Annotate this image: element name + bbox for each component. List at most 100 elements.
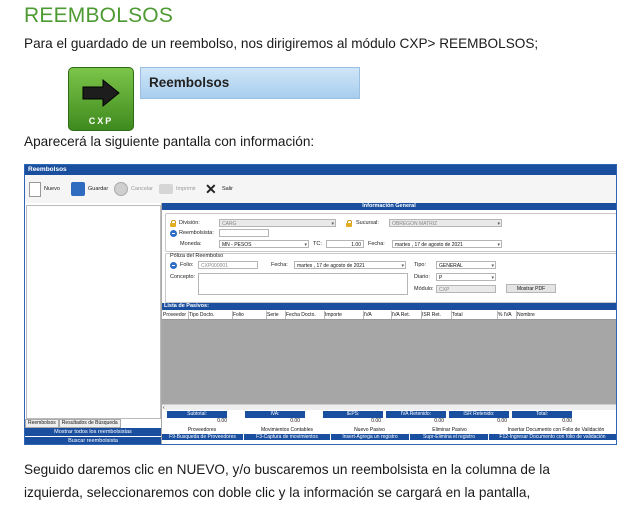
toolbar: Nuevo Guardar Cancelar Imprimir ✕ Salir [25,175,616,204]
iva-value: 0.00 [290,418,300,424]
tab-reembolsos[interactable]: Reembolsos [25,419,59,428]
subtotal-label: Subtotal: [167,411,227,418]
ieps-value: 0.00 [371,418,381,424]
fkey-f3-captura: F3-Captura de movimientos [244,434,330,440]
moneda-label: Moneda: [180,241,202,247]
concepto-label: Concepto: [170,274,196,280]
lock-icon [346,220,352,227]
cxp-module-tile: CXP [68,67,134,131]
imprimir-button[interactable]: Imprimir [159,180,196,198]
col-tipo-docto[interactable]: Tipo Docto. [188,311,233,319]
fecha-picker[interactable]: martes , 17 de agosto de 2021 [392,240,502,248]
buscar-reembolsista-button[interactable]: Buscar reembolsista [25,437,161,444]
poliza-title: Póliza del Reembolso [170,253,224,259]
tc-label: TC: [313,241,322,247]
fkey-supr-elimina: Supr-Elimina el registro [410,434,488,440]
moneda-select[interactable]: MN - PESOS [219,240,309,248]
nuevo-button[interactable]: Nuevo [29,180,60,198]
fkey-f9-busqueda: F9-Busqueda de Proveedores [162,434,243,440]
reembolsos-menu-label: Reembolsos [149,75,230,90]
fkey-movimientos-contables: Movimientos Contables [261,427,313,433]
fecha-label: Fecha: [368,241,385,247]
cancel-icon [114,182,128,196]
poliza-fecha-picker[interactable]: martes , 17 de agosto de 2021 [294,261,406,269]
mostrar-pdf-button[interactable]: Mostrar PDF [506,284,556,293]
tipo-select[interactable]: GENERAL [436,261,496,269]
total-label: Total: [512,411,572,418]
section-heading: REEMBOLSOS [24,4,174,27]
pasivos-grid-body[interactable] [162,320,616,404]
iva-label: IVA: [245,411,305,418]
intro-paragraph: Para el guardado de un reembolso, nos di… [24,36,539,51]
subtotal-value: 0.00 [217,418,227,424]
close-icon: ✕ [205,181,217,197]
diario-select[interactable]: P [436,273,496,281]
search-reembolsista-icon[interactable] [170,230,177,237]
tc-field[interactable]: 1.00 [326,240,364,248]
printer-icon [159,184,173,194]
horizontal-scrollbar[interactable]: ‹ [162,404,616,411]
lista-pasivos-header: Lista de Pasivos: [162,303,616,310]
window-title: Reembolsos [25,165,616,175]
sucursal-label: Sucursal: [356,220,379,226]
reembolsos-menu-item[interactable]: Reembolsos [140,67,360,99]
total-value: 0.00 [562,418,572,424]
new-document-icon [29,181,41,197]
outro-paragraph-line1: Seguido daremos clic en NUEVO, y/o busca… [24,462,550,477]
reembolsista-field[interactable] [219,229,269,237]
sucursal-select[interactable]: OBREGON MATRIZ [389,219,502,227]
col-importe[interactable]: Importe [324,311,364,319]
col-nombre[interactable]: Nombre [516,311,557,319]
guardar-button[interactable]: Guardar [71,180,108,198]
reembolsos-window: Reembolsos Nuevo Guardar Cancelar Imprim… [24,164,617,445]
save-icon [71,182,85,196]
reembolsistas-panel: Reembolsos Resultados de Búsqueda Mostrar… [25,203,162,444]
modulo-label: Módulo: [414,286,434,292]
diario-label: Diario: [414,274,430,280]
folio-field[interactable]: CXP000001 [198,261,258,269]
arrow-right-icon [82,78,120,108]
fkey-insertar-documento: Insertar Documento con Folio de Validaci… [507,427,605,433]
informacion-general-header: Información General [162,203,616,210]
col-porc-iva[interactable]: % IVA [497,311,517,319]
screen-intro-paragraph: Aparecerá la siguiente pantalla con info… [24,134,315,149]
search-folio-icon[interactable] [170,262,177,269]
fkey-eliminar-pasivo: Eliminar Pasivo [432,427,467,433]
col-fecha-docto[interactable]: Fecha Docto. [285,311,325,319]
cxp-module-label: CXP [88,116,114,126]
poliza-fecha-label: Fecha: [271,262,288,268]
division-label: División: [179,220,200,226]
left-panel-tabs: Reembolsos Resultados de Búsqueda [25,419,161,428]
fkey-f12-ingresar: F12-Ingresar Documento con folio de vali… [489,434,616,440]
col-iva[interactable]: IVA [363,311,392,319]
salir-button[interactable]: ✕ Salir [205,180,233,198]
col-proveedor[interactable]: Proveedor [162,311,189,319]
isr-retenido-value: 0.00 [497,418,507,424]
iva-retenido-label: IVA Retenido: [386,411,446,418]
outro-paragraph-line2: izquierda, seleccionaremos con doble cli… [24,485,531,500]
show-all-reembolsistas-button[interactable]: Mostrar todos los reembolsistas [25,428,161,436]
tipo-label: Tipo: [414,262,427,268]
tab-resultados-busqueda[interactable]: Resultados de Búsqueda [58,419,121,428]
ieps-label: IEPS: [323,411,383,418]
division-select[interactable]: CARG [219,219,336,227]
col-serie[interactable]: Serie [266,311,286,319]
informacion-general-box: División: CARG Sucursal: OBREGON MATRIZ … [165,213,616,252]
col-folio[interactable]: Folio [232,311,267,319]
scroll-left-icon[interactable]: ‹ [163,405,165,411]
modulo-field: CXP [436,285,496,293]
col-total[interactable]: Total [451,311,498,319]
isr-retenido-label: ISR Retenido: [449,411,509,418]
cancelar-button[interactable]: Cancelar [114,180,153,198]
reembolsistas-list[interactable] [26,205,161,419]
folio-label: Folio: [180,262,194,268]
col-isr-ret[interactable]: ISR Ret. [421,311,452,319]
iva-retenido-value: 0.00 [434,418,444,424]
concepto-field[interactable] [198,273,408,295]
lock-icon [170,220,176,227]
pasivos-grid-header: Proveedor Tipo Docto. Folio Serie Fecha … [162,311,616,320]
main-area: Información General División: CARG Sucur… [162,203,616,444]
col-iva-ret[interactable]: IVA Ret. [391,311,422,319]
fkey-insert-agrega: Insert-Agrega un registro [331,434,409,440]
reembolsista-label: Reembolsista: [179,230,214,236]
